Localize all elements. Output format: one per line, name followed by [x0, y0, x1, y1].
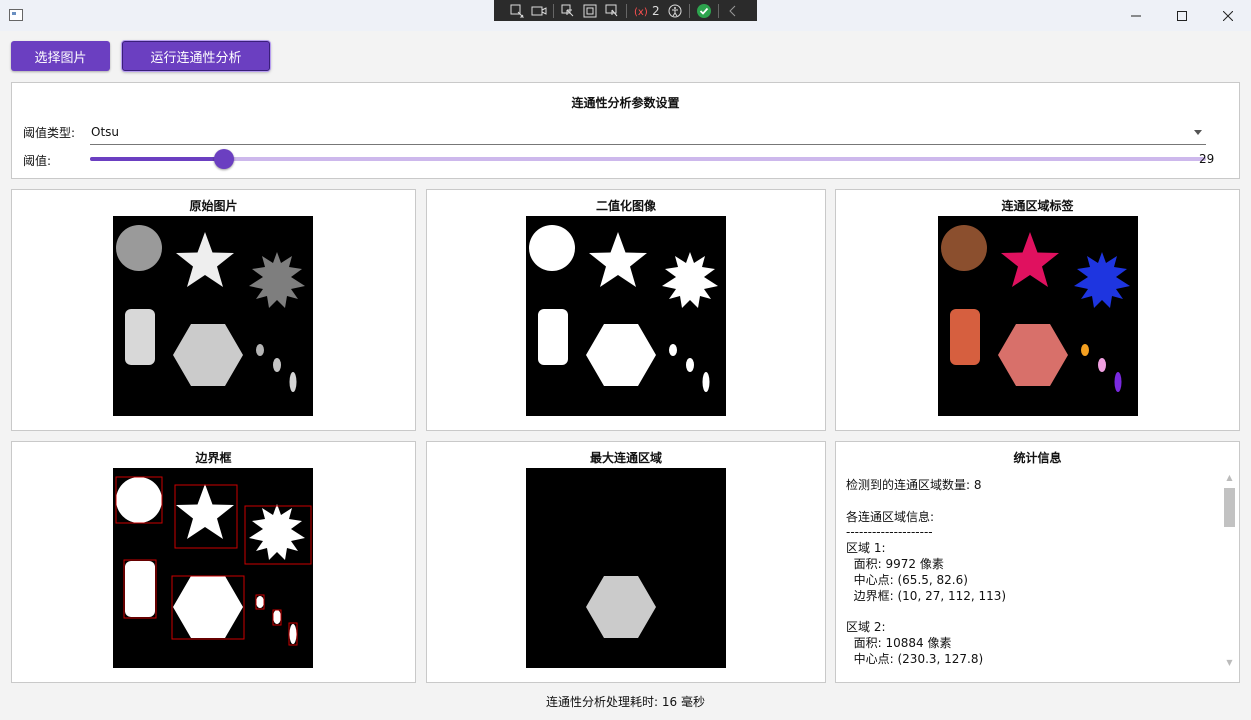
bbox-image-title: 边界框	[195, 451, 232, 465]
record-icon[interactable]	[528, 2, 550, 20]
stats-panel: 统计信息 检测到的连通区域数量: 8 各连通区域信息: -------------…	[835, 441, 1240, 683]
live-tree-icon[interactable]	[506, 2, 528, 20]
slider-thumb[interactable]	[213, 149, 234, 169]
threshold-type-select[interactable]: Otsu	[90, 125, 1206, 145]
largest-region-title: 最大连通区域	[589, 451, 662, 465]
params-panel: 连通性分析参数设置 阈值类型: Otsu 阈值: 29	[11, 82, 1240, 179]
maximize-icon[interactable]	[1159, 0, 1205, 31]
display-layout-icon[interactable]	[579, 2, 601, 20]
scroll-down-icon[interactable]: ▼	[1224, 657, 1235, 669]
select-element-icon[interactable]	[557, 2, 579, 20]
labels-image	[938, 216, 1138, 416]
stats-title: 统计信息	[1013, 451, 1062, 465]
minimize-icon[interactable]	[1113, 0, 1159, 31]
threshold-label: 阈值:	[23, 154, 52, 168]
svg-text:(x): (x)	[634, 7, 648, 18]
threshold-type-label: 阈值类型:	[23, 126, 76, 140]
original-image-title: 原始图片	[189, 199, 238, 213]
app-icon	[9, 9, 23, 21]
bbox-image-panel: 边界框	[11, 441, 416, 683]
select-image-button[interactable]: 选择图片	[11, 41, 110, 71]
stats-line: 中心点: (65.5, 82.6)	[846, 572, 968, 587]
debug-counter: 2	[652, 3, 660, 18]
stats-line: 中心点: (230.3, 127.8)	[846, 651, 984, 666]
params-title: 连通性分析参数设置	[571, 96, 680, 110]
labels-image-title: 连通区域标签	[1001, 199, 1074, 213]
status-text: 连通性分析处理耗时: 16 毫秒	[546, 695, 705, 709]
title-bar: (x) 2	[0, 0, 1251, 31]
binary-image-title: 二值化图像	[595, 199, 656, 213]
slider-fill	[90, 157, 224, 161]
stats-line: 各连通区域信息:	[846, 509, 935, 524]
largest-region-image	[526, 468, 726, 668]
stats-line: 边界框: (10, 27, 112, 113)	[846, 588, 1007, 603]
run-analysis-button[interactable]: 运行连通性分析	[122, 41, 270, 71]
stats-line	[846, 604, 1222, 620]
accessibility-icon[interactable]	[664, 2, 686, 20]
close-icon[interactable]	[1205, 0, 1251, 31]
threshold-type-value: Otsu	[91, 125, 120, 139]
stats-text: 检测到的连通区域数量: 8 各连通区域信息: ------------------…	[846, 478, 1222, 668]
stats-scrollbar[interactable]: ▲ ▼	[1224, 472, 1235, 669]
stats-line: 面积: 9972 像素	[846, 556, 944, 571]
original-image-panel: 原始图片	[11, 189, 416, 431]
labels-image-panel: 连通区域标签	[835, 189, 1240, 431]
binary-image	[526, 216, 726, 416]
debug-toolbar: (x) 2	[494, 0, 757, 21]
stats-line	[846, 494, 1222, 510]
stats-line: 面积: 10884 像素	[846, 635, 952, 650]
largest-region-panel: 最大连通区域	[426, 441, 826, 683]
scroll-thumb[interactable]	[1224, 488, 1235, 527]
stats-line: 检测到的连通区域数量: 8	[846, 478, 982, 492]
collapse-chevron-icon[interactable]	[722, 2, 744, 20]
binding-failures-icon[interactable]: (x)	[630, 2, 652, 20]
check-ok-icon[interactable]	[693, 2, 715, 20]
scroll-up-icon[interactable]: ▲	[1224, 472, 1235, 484]
stats-line: --------------------	[846, 525, 933, 540]
threshold-value: 29	[1199, 152, 1215, 166]
original-image	[113, 216, 313, 416]
stats-line: 区域 1:	[846, 541, 886, 556]
bbox-image	[113, 468, 313, 668]
binary-image-panel: 二值化图像	[426, 189, 826, 431]
track-focus-icon[interactable]	[601, 2, 623, 20]
threshold-slider[interactable]	[90, 149, 1206, 169]
stats-line: 区域 2:	[846, 620, 886, 635]
chevron-down-icon	[1194, 130, 1202, 135]
